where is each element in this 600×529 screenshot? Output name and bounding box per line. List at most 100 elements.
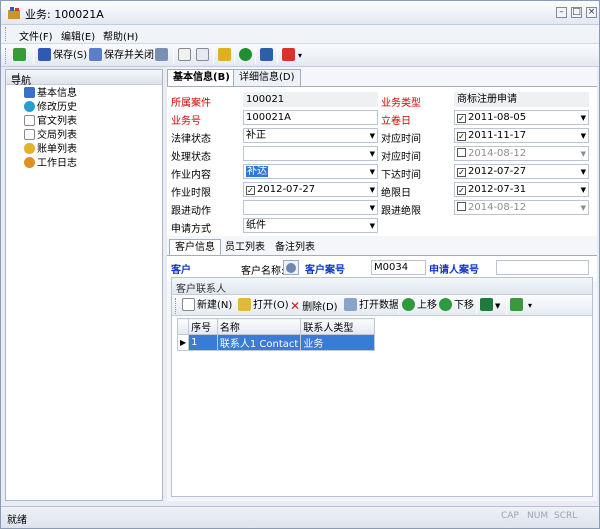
excel-export-button[interactable]: ▼: [480, 298, 500, 314]
toolbar-grip: [5, 48, 8, 64]
dropdown-arrow-icon[interactable]: ▼: [581, 130, 586, 142]
nav-item-bills[interactable]: 账单列表: [24, 143, 77, 157]
abs-deadline-picker[interactable]: ✓ 2012-07-31 ▼: [454, 182, 589, 197]
open-data-button[interactable]: 打开数据: [344, 298, 399, 314]
case-field[interactable]: 100021: [243, 92, 378, 107]
apply-method-value: 纸件: [246, 220, 266, 231]
filing-date-picker[interactable]: ✓ 2011-08-05 ▼: [454, 110, 589, 125]
nav-item-submit[interactable]: 交局列表: [24, 129, 77, 143]
pin-icon[interactable]: ⊣: [11, 72, 157, 83]
minimize-button[interactable]: –: [556, 7, 567, 18]
apply-method-select[interactable]: 纸件 ▼: [243, 218, 378, 233]
attach-button[interactable]: [155, 48, 170, 64]
nav-item-history[interactable]: 修改历史: [24, 101, 77, 115]
customer-search-button[interactable]: [283, 260, 299, 275]
cancel-button[interactable]: [282, 48, 297, 64]
tab-basic[interactable]: 基本信息(B): [167, 69, 236, 87]
biz-type-field[interactable]: 商标注册申请: [454, 92, 589, 107]
menu-help[interactable]: 帮助(H): [103, 28, 138, 43]
toolbar-overflow[interactable]: ▾: [298, 48, 302, 64]
contacts-toolbar: 新建(N) 打开(O) ✕ 删除(D) 打开数据 上移 下移 ▼ ▾: [172, 296, 592, 316]
close-button[interactable]: ×: [586, 7, 597, 18]
row-indicator: ▶: [176, 334, 190, 351]
legal-status-select[interactable]: 补正 ▼: [243, 128, 378, 143]
biz-type-label: 业务类型: [381, 98, 421, 109]
checkbox-icon[interactable]: [457, 202, 466, 211]
checkbox-icon[interactable]: ✓: [457, 114, 466, 123]
checkbox-icon[interactable]: [457, 148, 466, 157]
delete-label: 删除(D): [302, 302, 338, 313]
col-header-type[interactable]: 联系人类型: [300, 318, 375, 335]
dropdown-arrow-icon[interactable]: ▼: [581, 202, 586, 214]
work-deadline-value: 2012-07-27: [257, 184, 316, 195]
new-contact-button[interactable]: 新建(N): [182, 298, 232, 314]
nav-item-official[interactable]: 官文列表: [24, 115, 77, 129]
dropdown-arrow-icon[interactable]: ▼: [581, 184, 586, 196]
checkbox-icon[interactable]: ✓: [457, 186, 466, 195]
num-indicator: NUM: [527, 511, 549, 521]
dropdown-arrow-icon[interactable]: ▼: [581, 112, 586, 124]
tab-staff-list[interactable]: 员工列表: [219, 239, 271, 255]
status-text: 就绪: [7, 515, 27, 526]
dropdown-arrow-icon[interactable]: ▼: [370, 130, 375, 142]
refresh-contacts-button[interactable]: [510, 298, 525, 314]
dropdown-arrow-icon[interactable]: ▼: [370, 166, 375, 178]
checkbox-icon[interactable]: ✓: [457, 168, 466, 177]
tab-notes-list[interactable]: 备注列表: [269, 239, 321, 255]
col-header-name[interactable]: 名称: [216, 318, 302, 335]
save-close-button[interactable]: 保存并关闭: [89, 48, 154, 64]
tab-customer-info[interactable]: 客户信息: [169, 239, 221, 255]
new-icon: [182, 298, 195, 311]
move-up-label: 上移: [417, 300, 437, 311]
save-icon: [38, 48, 51, 61]
followup-select[interactable]: ▼: [243, 200, 378, 215]
dropdown-arrow-icon[interactable]: ▼: [370, 148, 375, 160]
save-label: 保存(S): [53, 50, 88, 61]
toolbar-separator: [398, 298, 399, 314]
menu-edit[interactable]: 编辑(E): [61, 28, 95, 43]
filter-button[interactable]: [218, 48, 233, 64]
nav-item-basic[interactable]: 基本信息: [24, 87, 77, 101]
customer-case-no-input[interactable]: M0034: [371, 260, 426, 275]
due-time-picker[interactable]: ✓ 2011-11-17 ▼: [454, 128, 589, 143]
info-button[interactable]: [239, 48, 254, 64]
followup-abs-picker[interactable]: 2014-08-12 ▼: [454, 200, 589, 215]
copy-button[interactable]: [196, 48, 211, 64]
work-select[interactable]: 补达 ▼: [243, 164, 378, 179]
checkbox-icon[interactable]: ✓: [246, 186, 255, 195]
customer-label: 客户: [171, 265, 191, 276]
move-up-button[interactable]: 上移: [402, 298, 437, 314]
issue-time-picker[interactable]: ✓ 2012-07-27 ▼: [454, 164, 589, 179]
biz-no-input[interactable]: 100021A: [243, 110, 378, 125]
open-contact-button[interactable]: 打开(O): [238, 298, 289, 314]
toolbar-overflow[interactable]: ▾: [528, 298, 532, 314]
book-button[interactable]: [260, 48, 275, 64]
nav-item-worklog[interactable]: 工作日志: [24, 157, 77, 171]
save-button[interactable]: 保存(S): [38, 48, 87, 64]
dropdown-arrow-icon[interactable]: ▼: [581, 166, 586, 178]
dropdown-arrow-icon[interactable]: ▼: [370, 202, 375, 214]
work-deadline-picker[interactable]: ✓ 2012-07-27 ▼: [243, 182, 378, 197]
due-time2-picker[interactable]: 2014-08-12 ▼: [454, 146, 589, 161]
tab-detail[interactable]: 详细信息(D): [233, 69, 301, 86]
doc-button[interactable]: [178, 48, 193, 64]
menu-file[interactable]: 文件(F): [19, 28, 53, 43]
col-header-no[interactable]: 序号: [188, 318, 218, 335]
cell-no[interactable]: 1: [188, 334, 218, 351]
table-row[interactable]: ▶ 1 联系人1 Contact 业务: [176, 334, 375, 351]
checkbox-icon[interactable]: ✓: [457, 132, 466, 141]
dropdown-arrow-icon[interactable]: ▼: [370, 220, 375, 232]
maximize-button[interactable]: □: [571, 7, 582, 18]
basic-info-icon: [24, 87, 35, 98]
refresh-button[interactable]: [13, 48, 28, 64]
delete-contact-button[interactable]: ✕ 删除(D): [290, 298, 338, 314]
app-window: 业务: 100021A – □ × 文件(F) 编辑(E) 帮助(H) 保存(S…: [0, 0, 600, 529]
cell-type[interactable]: 业务: [300, 334, 375, 351]
applicant-case-input[interactable]: [496, 260, 589, 275]
proc-status-select[interactable]: ▼: [243, 146, 378, 161]
dropdown-arrow-icon[interactable]: ▼: [581, 148, 586, 160]
move-down-button[interactable]: 下移: [439, 298, 474, 314]
dropdown-arrow-icon[interactable]: ▼: [370, 184, 375, 196]
cell-name[interactable]: 联系人1 Contact: [216, 334, 302, 351]
nav-panel: 导航 ⊣ 基本信息 修改历史 官文列表 交局列表 账单列表 工作日志: [5, 69, 163, 501]
